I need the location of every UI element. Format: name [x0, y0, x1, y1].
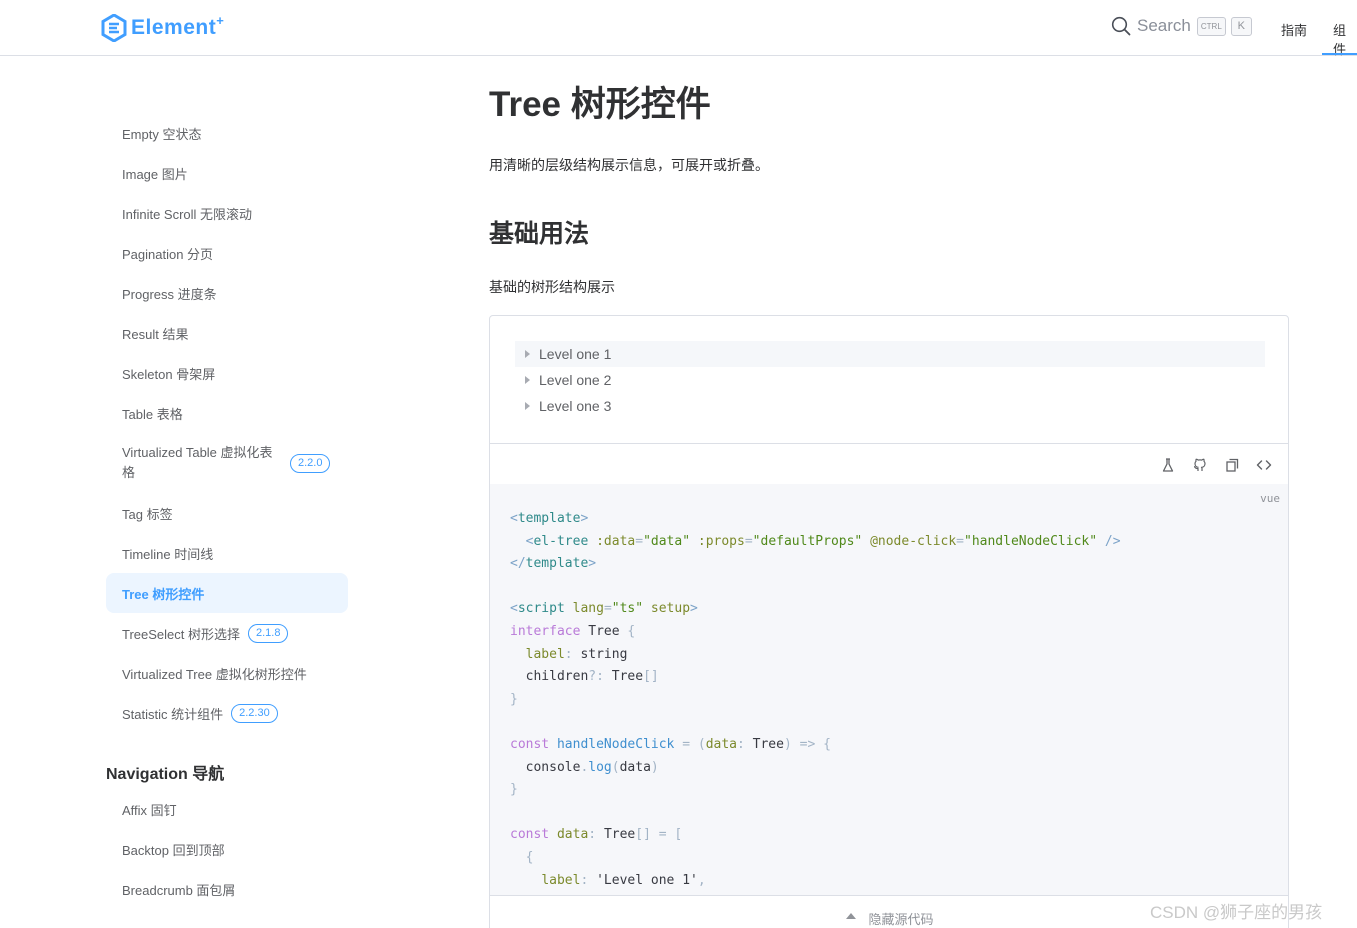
sidebar-item-label: Affix 固钉: [122, 802, 177, 818]
sidebar-item-virtualized-table[interactable]: Virtualized Table 虚拟化表格 2.2.0: [106, 440, 348, 486]
copy-icon[interactable]: [1224, 457, 1240, 473]
version-badge: 2.1.8: [248, 623, 289, 643]
sidebar-item-timeline[interactable]: Timeline 时间线: [106, 533, 348, 573]
top-header: Element + Search CTRL K 指南 组件: [0, 0, 1357, 57]
tree-node[interactable]: Level one 2: [515, 367, 1265, 393]
sidebar-item-label: Timeline 时间线: [122, 546, 214, 562]
code-line: <el-tree :data="data" :props="defaultPro…: [525, 533, 1121, 549]
kbd-ctrl: CTRL: [1196, 16, 1226, 36]
sidebar-item-tag[interactable]: Tag 标签: [106, 493, 348, 533]
sidebar-item-treeselect[interactable]: TreeSelect 树形选择 2.1.8: [106, 613, 348, 653]
code-content: <template> <el-tree :data="data" :props=…: [510, 508, 1270, 892]
code-line: }: [510, 782, 518, 798]
search-button[interactable]: Search CTRL K: [1111, 16, 1252, 36]
code-block: vue <template> <el-tree :data="data" :pr…: [490, 484, 1288, 896]
sidebar-item-label: Image 图片: [122, 166, 188, 182]
sidebar-item-tree[interactable]: Tree 树形控件: [106, 573, 348, 613]
tree-node-label: Level one 1: [539, 346, 612, 362]
sidebar-item-label: Breadcrumb 面包屑: [122, 882, 236, 898]
sidebar-item-label: Empty 空状态: [122, 126, 202, 142]
sidebar-item-label: Tree 树形控件: [122, 586, 205, 602]
sidebar-item-breadcrumb[interactable]: Breadcrumb 面包屑: [106, 869, 348, 909]
search-label: Search: [1137, 16, 1191, 35]
nav-guide[interactable]: 指南: [1281, 20, 1307, 39]
sidebar-item-progress[interactable]: Progress 进度条: [106, 273, 348, 313]
kbd-k: K: [1230, 16, 1252, 36]
logo-text: Element: [131, 16, 217, 39]
code-line: children?: Tree[]: [525, 669, 659, 685]
sidebar-item-label: Virtualized Tree 虚拟化树形控件: [122, 666, 307, 682]
code-line: </template>: [510, 556, 597, 572]
sidebar-item-image[interactable]: Image 图片: [106, 153, 348, 193]
page-description: 用清晰的层级结构展示信息，可展开或折叠。: [489, 157, 769, 173]
caret-right-icon[interactable]: [525, 376, 530, 384]
sidebar-item-label: Backtop 回到顶部: [122, 842, 225, 858]
watermark: CSDN @狮子座的男孩: [1150, 903, 1323, 922]
sidebar-item-label: Pagination 分页: [122, 246, 214, 262]
code-line: interface Tree {: [510, 623, 636, 639]
sidebar-item-label: Skeleton 骨架屏: [122, 366, 216, 382]
sidebar-item-pagination[interactable]: Pagination 分页: [106, 233, 348, 273]
code-line: }: [510, 691, 518, 707]
github-icon[interactable]: [1192, 457, 1208, 473]
sidebar-item-backtop[interactable]: Backtop 回到顶部: [106, 829, 348, 869]
sidebar-item-virtualized-tree[interactable]: Virtualized Tree 虚拟化树形控件: [106, 653, 348, 693]
version-badge: 2.2.0: [290, 453, 331, 473]
sidebar-item-label: Tag 标签: [122, 506, 173, 522]
logo[interactable]: Element +: [101, 12, 224, 42]
code-language-label: vue: [1260, 492, 1280, 505]
version-badge: 2.2.30: [231, 703, 278, 723]
tree-node-label: Level one 3: [539, 398, 612, 414]
sidebar-item-affix[interactable]: Affix 固钉: [106, 789, 348, 829]
page-title: Tree 树形控件: [489, 85, 711, 124]
sidebar: Empty 空状态 Image 图片 Infinite Scroll 无限滚动 …: [0, 56, 360, 928]
tree-node[interactable]: Level one 3: [515, 393, 1265, 419]
sidebar-item-label: TreeSelect 树形选择: [122, 626, 240, 642]
section-description: 基础的树形结构展示: [489, 279, 615, 295]
code-line: label: 'Level one 1',: [541, 872, 706, 888]
sidebar-item-infinite-scroll[interactable]: Infinite Scroll 无限滚动: [106, 193, 348, 233]
demo-toolbar: [490, 443, 1288, 484]
code-line: <script lang="ts" setup>: [510, 601, 698, 617]
code-line: const data: Tree[] = [: [510, 827, 683, 843]
search-icon: [1111, 16, 1131, 36]
sidebar-item-skeleton[interactable]: Skeleton 骨架屏: [106, 353, 348, 393]
sidebar-item-label: Table 表格: [122, 406, 183, 422]
sidebar-item-label: Statistic 统计组件: [122, 706, 224, 722]
sidebar-item-label: Virtualized Table 虚拟化表格: [122, 445, 273, 480]
logo-plus: +: [216, 12, 224, 28]
tree-node[interactable]: Level one 1: [515, 341, 1265, 367]
sidebar-item-result[interactable]: Result 结果: [106, 313, 348, 353]
code-line: {: [525, 849, 534, 865]
section-title: 基础用法: [489, 220, 590, 248]
code-line: label: string: [525, 646, 628, 662]
sidebar-item-empty[interactable]: Empty 空状态: [106, 113, 348, 153]
sidebar-item-table[interactable]: Table 表格: [106, 393, 348, 433]
sidebar-item-label: Infinite Scroll 无限滚动: [122, 206, 253, 222]
code-line: <template>: [510, 511, 589, 526]
playground-icon[interactable]: [1160, 457, 1176, 473]
caret-right-icon[interactable]: [525, 402, 530, 410]
sidebar-item-label: Result 结果: [122, 326, 189, 342]
caret-up-icon: [846, 913, 857, 919]
sidebar-group-title: Navigation 导航: [106, 766, 225, 783]
hide-source-label: 隐藏源代码: [868, 912, 934, 927]
code-line: const handleNodeClick = (data: Tree) => …: [510, 736, 831, 752]
tree-node-label: Level one 2: [539, 372, 612, 388]
demo-block: Level one 1 Level one 2 Level one 3 vue …: [489, 315, 1289, 928]
sidebar-item-label: Progress 进度条: [122, 286, 217, 302]
caret-right-icon[interactable]: [525, 350, 530, 358]
nav-active-indicator: [1322, 53, 1357, 55]
element-logo-icon: [101, 14, 127, 42]
code-line: console.log(data): [525, 759, 659, 775]
sidebar-item-statistic[interactable]: Statistic 统计组件 2.2.30: [106, 693, 348, 733]
tree: Level one 1 Level one 2 Level one 3: [515, 341, 1265, 419]
code-icon[interactable]: [1256, 457, 1272, 473]
